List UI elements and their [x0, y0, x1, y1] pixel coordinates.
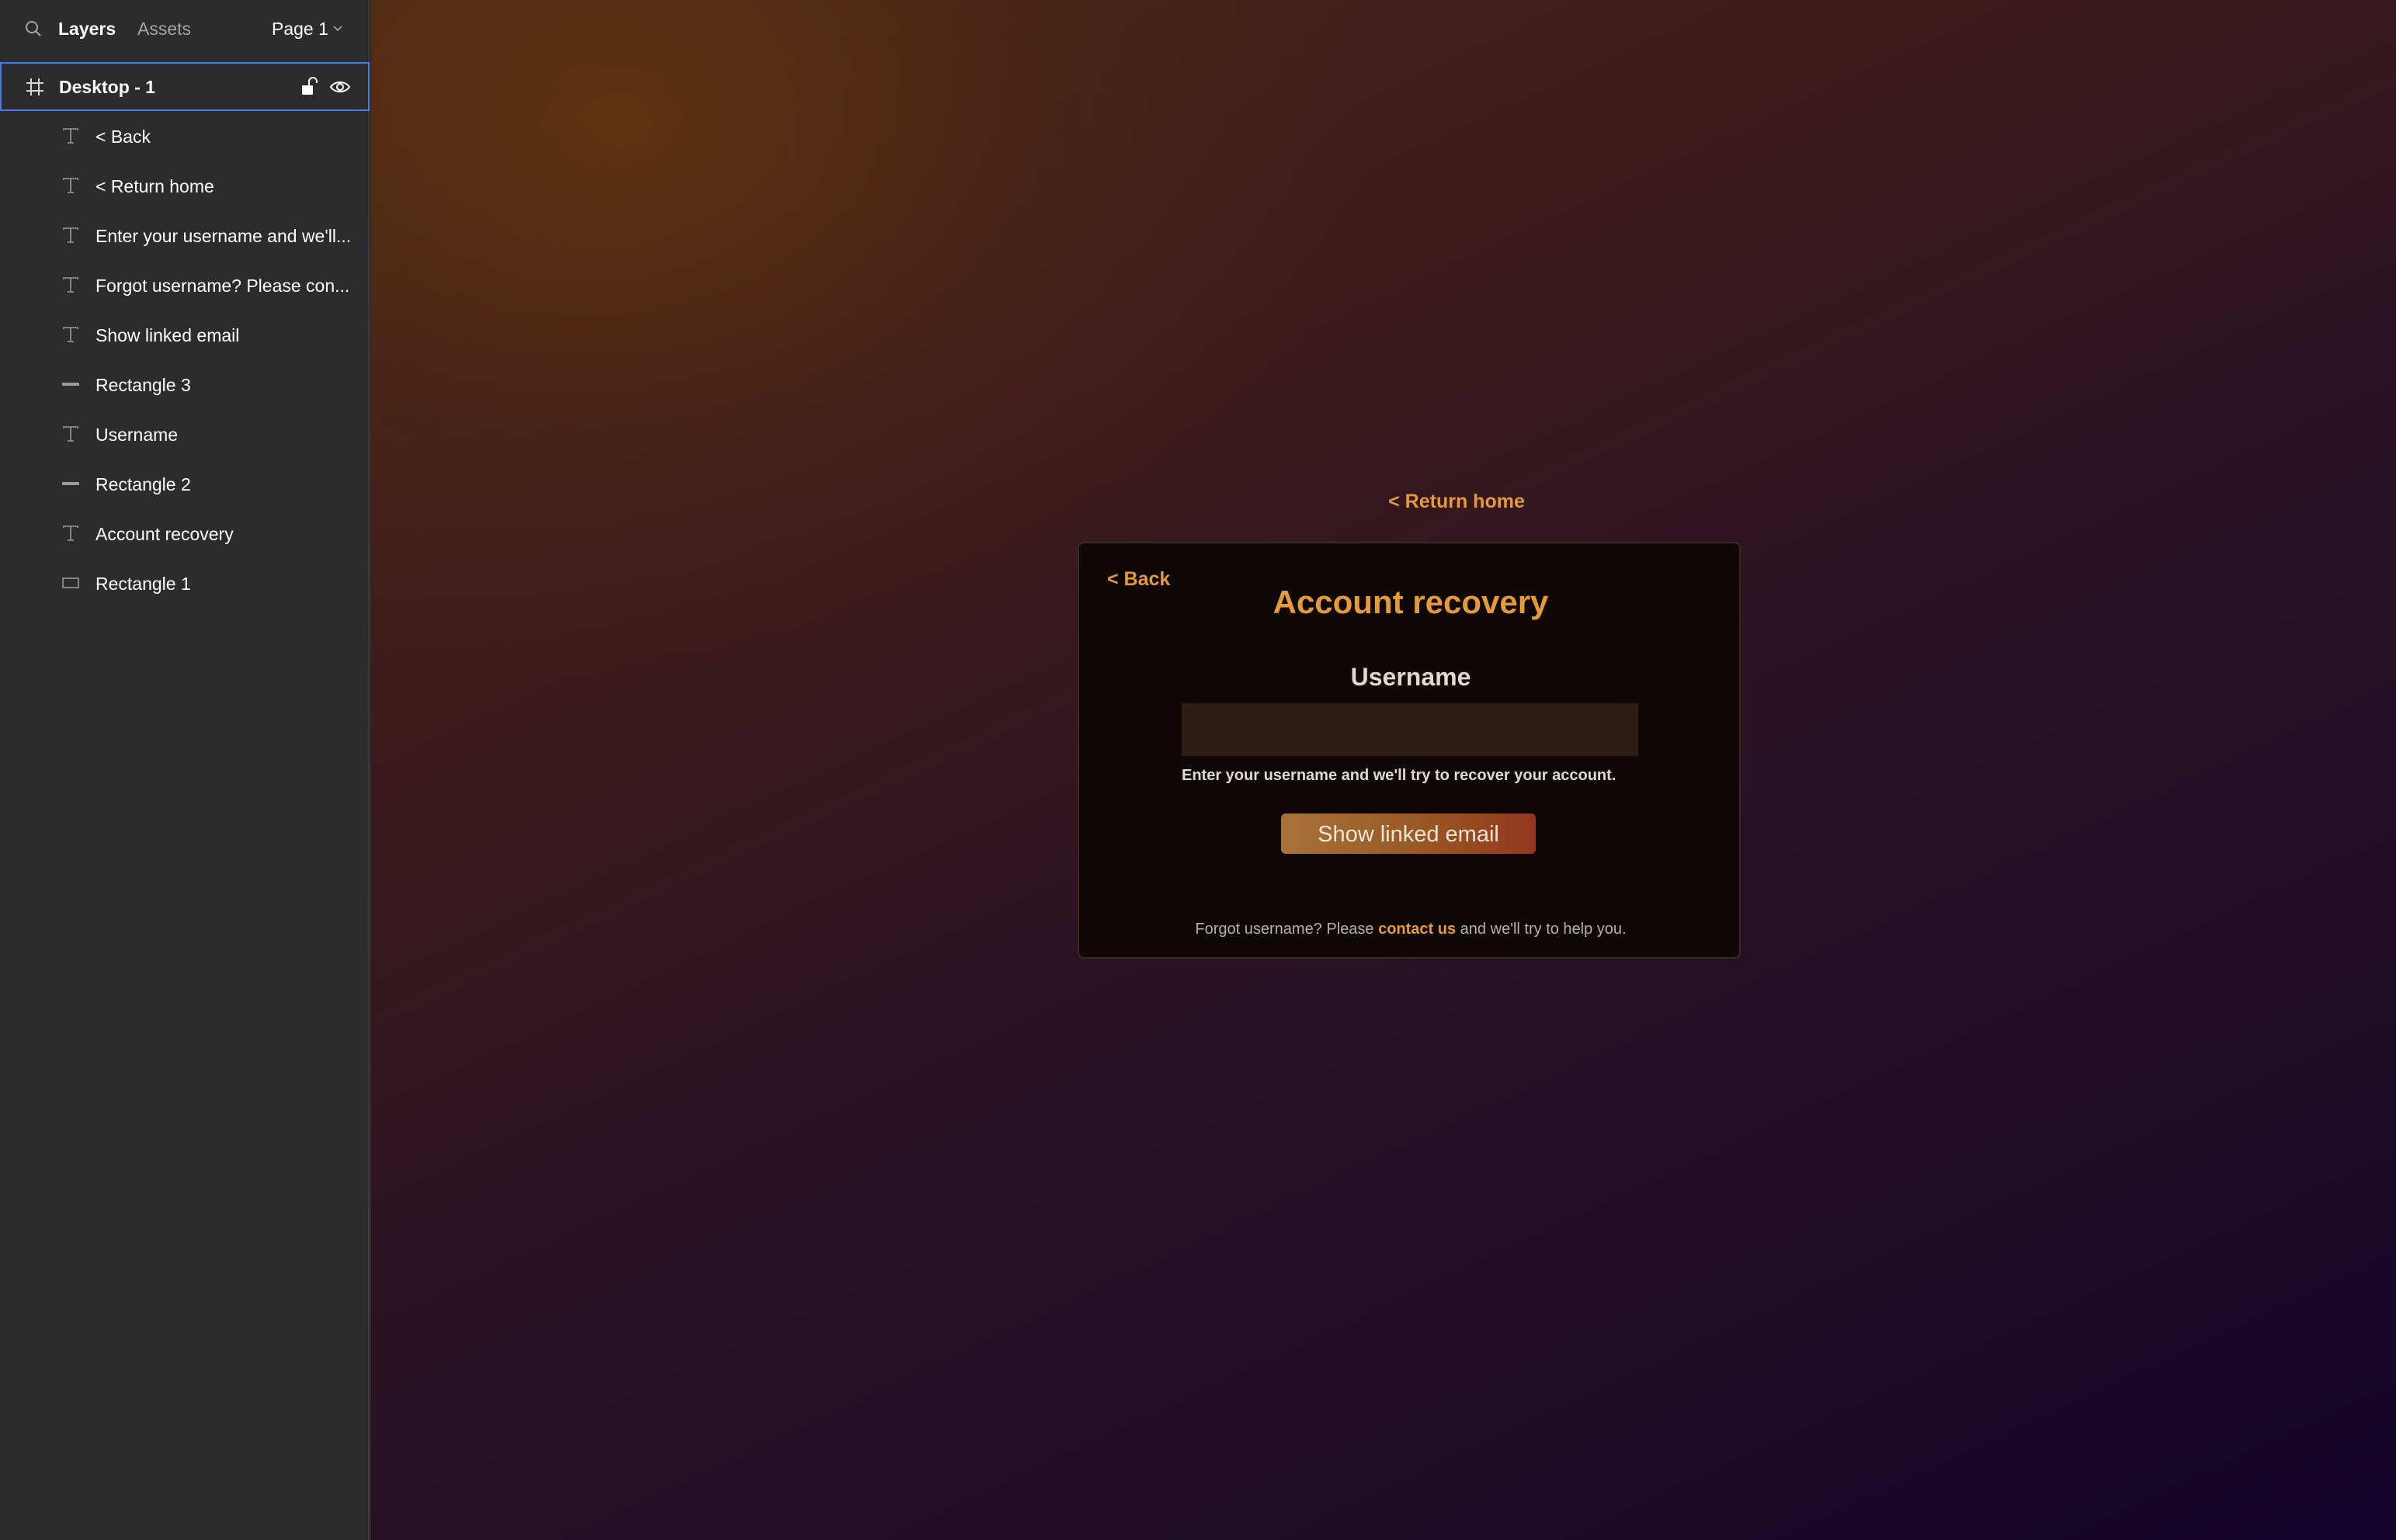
layer-label: Show linked email [95, 325, 240, 345]
layer-row[interactable]: Username [0, 410, 370, 460]
layer-label: Rectangle 3 [95, 375, 191, 395]
layer-row[interactable]: Show linked email [0, 310, 370, 360]
footer-text-after: and we'll try to help you. [1456, 921, 1627, 938]
layer-row[interactable]: Account recovery [0, 509, 370, 559]
layer-row[interactable]: Enter your username and we'll... [0, 211, 370, 261]
text-layer-icon [63, 426, 78, 442]
layer-label: Rectangle 1 [95, 574, 191, 594]
username-input[interactable] [1182, 703, 1638, 756]
layer-row[interactable]: < Back [0, 112, 370, 161]
frame-icon [26, 78, 43, 95]
return-home-link[interactable]: < Return home [1332, 489, 1581, 514]
chevron-down-icon[interactable] [332, 25, 343, 33]
account-recovery-card: < Back Account recovery Username Enter y… [1078, 542, 1741, 959]
layer-label: < Back [95, 127, 151, 147]
text-layer-icon [63, 178, 78, 193]
layer-row[interactable]: Rectangle 1 [0, 559, 370, 609]
layers-panel: Layers Assets Page 1 Desktop - 1 < Back … [0, 0, 370, 1540]
layer-label: Username [95, 425, 179, 445]
layer-label: Enter your username and we'll... [95, 226, 352, 246]
line-layer-icon [62, 482, 79, 485]
layer-row-frame[interactable]: Desktop - 1 [0, 62, 370, 111]
panel-header: Layers Assets Page 1 [0, 0, 370, 61]
layer-label: Forgot username? Please con... [95, 276, 350, 296]
show-linked-email-button[interactable]: Show linked email [1281, 813, 1536, 854]
username-hint: Enter your username and we'll try to rec… [1182, 767, 1616, 784]
layer-row[interactable]: < Return home [0, 161, 370, 211]
design-canvas[interactable]: < Return home < Back Account recovery Us… [371, 0, 2396, 1540]
search-icon[interactable] [23, 19, 43, 39]
card-title: Account recovery [1273, 584, 1549, 620]
layer-label: < Return home [95, 176, 214, 196]
layer-row[interactable]: Forgot username? Please con... [0, 261, 370, 310]
text-layer-icon [63, 277, 78, 293]
line-layer-icon [62, 383, 79, 386]
page-selector[interactable]: Page 1 [272, 17, 328, 40]
text-layer-icon [63, 128, 78, 144]
frame-label: Desktop - 1 [59, 77, 155, 97]
layer-label: Rectangle 2 [95, 474, 191, 494]
text-layer-icon [63, 227, 78, 243]
layer-row[interactable]: Rectangle 2 [0, 460, 370, 509]
eye-icon[interactable] [329, 78, 351, 96]
unlock-icon[interactable] [300, 76, 318, 98]
layer-row[interactable]: Rectangle 3 [0, 360, 370, 410]
contact-us-link[interactable]: contact us [1378, 921, 1456, 938]
tab-layers[interactable]: Layers [58, 17, 116, 40]
layer-label: Account recovery [95, 524, 234, 544]
footer-text: Forgot username? Please contact us and w… [1079, 919, 1742, 939]
text-layer-icon [63, 327, 78, 342]
username-label: Username [1350, 663, 1471, 691]
rectangle-layer-icon [62, 578, 79, 588]
tab-assets[interactable]: Assets [137, 17, 191, 40]
footer-text-before: Forgot username? Please [1195, 921, 1379, 938]
text-layer-icon [63, 525, 78, 541]
